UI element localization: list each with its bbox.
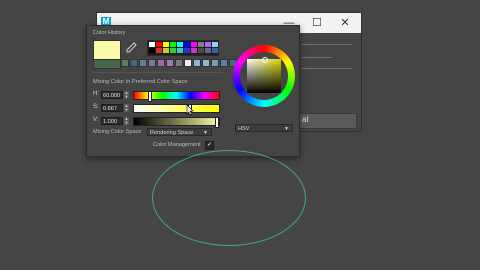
palette-row [149,48,219,53]
palette-row [149,42,219,47]
history-swatch[interactable] [157,59,165,67]
h-stepper[interactable]: ▲ ▼ [124,91,129,99]
color-history-label: Color History [93,30,126,36]
mixing-color-label: Mixing Color In Preferred Color Space [93,79,188,85]
maximize-button[interactable]: ☐ [303,13,331,33]
divider [302,44,352,45]
mouse-cursor-icon [186,104,194,119]
swatch-palette[interactable] [147,40,219,56]
history-swatch[interactable] [175,59,183,67]
divider [93,72,223,73]
palette-swatch[interactable] [198,48,204,53]
history-swatch[interactable] [202,59,210,67]
v-slider-thumb[interactable] [215,117,219,128]
palette-swatch[interactable] [198,42,204,47]
wheel-mode-value: HSV [238,126,250,132]
color-management-checkbox[interactable]: ✓ [205,141,214,150]
h-slider-thumb[interactable] [148,91,152,102]
history-swatch[interactable] [148,59,156,67]
mixing-space-label: Mixing Color Space [93,129,142,135]
palette-swatch[interactable] [156,48,162,53]
v-stepper[interactable]: ▲ ▼ [124,117,129,125]
background-field-value: al [302,115,309,124]
palette-swatch[interactable] [184,48,190,53]
close-button[interactable]: ✕ [331,13,359,33]
s-slider[interactable] [133,104,220,115]
v-label: V: [93,117,99,123]
color-management-label: Color Management [153,142,201,148]
palette-swatch[interactable] [212,42,218,47]
wheel-mode-dropdown[interactable]: HSV ▼ [235,124,293,132]
palette-swatch[interactable] [170,48,176,53]
s-value-input[interactable]: 0.667 [101,104,123,112]
divider [302,68,352,69]
palette-swatch[interactable] [184,42,190,47]
viewport-ellipse [152,150,306,246]
palette-swatch[interactable] [163,42,169,47]
mixing-space-dropdown[interactable]: Rendering Space ▼ [147,128,212,136]
eyedropper-icon[interactable] [125,42,137,54]
h-value-input[interactable]: 60.000 [101,91,123,99]
color-picker-window: Color History Mixing Color In Preferred … [86,25,300,157]
palette-swatch[interactable] [191,48,197,53]
history-swatch[interactable] [184,59,192,67]
s-label: S: [93,104,99,110]
palette-swatch[interactable] [149,42,155,47]
h-slider[interactable] [133,91,220,102]
v-slider[interactable] [133,117,220,128]
palette-swatch[interactable] [163,48,169,53]
color-wheel[interactable] [233,45,295,107]
history-swatch[interactable] [220,59,228,67]
chevron-down-icon: ▼ [203,130,208,136]
palette-swatch[interactable] [170,42,176,47]
palette-swatch[interactable] [205,42,211,47]
current-color-swatch[interactable] [93,40,121,60]
history-swatch[interactable] [193,59,201,67]
s-stepper[interactable]: ▲ ▼ [124,104,129,112]
palette-swatch[interactable] [191,42,197,47]
palette-swatch[interactable] [156,42,162,47]
palette-swatch[interactable] [205,48,211,53]
divider [302,57,332,58]
history-swatch[interactable] [121,59,129,67]
background-text-field[interactable]: al [297,113,357,129]
history-swatch[interactable] [130,59,138,67]
v-value-input[interactable]: 1.000 [101,117,123,125]
hue-marker[interactable] [262,57,268,63]
palette-swatch[interactable] [212,48,218,53]
mixing-space-value: Rendering Space [150,130,194,136]
chevron-down-icon: ▼ [284,126,289,132]
history-swatch[interactable] [166,59,174,67]
saturation-value-square[interactable] [247,59,281,93]
previous-color-swatch[interactable] [93,59,121,69]
palette-swatch[interactable] [149,48,155,53]
history-swatch[interactable] [139,59,147,67]
h-label: H: [93,91,99,97]
palette-swatch[interactable] [177,48,183,53]
history-swatch[interactable] [211,59,219,67]
palette-swatch[interactable] [177,42,183,47]
